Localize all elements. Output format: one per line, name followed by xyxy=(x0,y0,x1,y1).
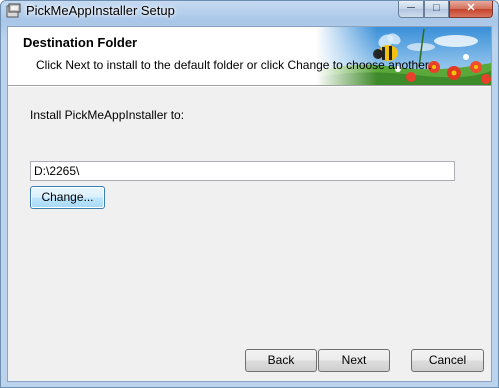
next-button[interactable]: Next xyxy=(318,349,390,372)
header-banner: Destination Folder Click Next to install… xyxy=(8,27,491,85)
cancel-button[interactable]: Cancel xyxy=(411,349,484,372)
banner-title: Destination Folder xyxy=(23,35,138,50)
bee-flowers-banner-art xyxy=(316,27,491,85)
window-title: PickMeAppInstaller Setup xyxy=(26,3,175,18)
change-button[interactable]: Change... xyxy=(30,186,105,209)
dialog-client-area: Destination Folder Click Next to install… xyxy=(7,26,492,382)
banner-description: Click Next to install to the default fol… xyxy=(36,58,432,72)
banner-divider xyxy=(8,85,491,87)
maximize-button[interactable]: □ xyxy=(424,1,449,18)
close-button[interactable]: ✕ xyxy=(449,1,493,18)
minimize-button[interactable]: ─ xyxy=(398,1,424,18)
install-path-field[interactable] xyxy=(30,161,455,181)
setup-window: PickMeAppInstaller Setup ─ □ ✕ Destinati… xyxy=(0,0,499,388)
title-bar[interactable]: PickMeAppInstaller Setup ─ □ ✕ xyxy=(1,1,498,21)
installer-app-icon xyxy=(6,3,21,18)
install-location-label: Install PickMeAppInstaller to: xyxy=(30,108,185,122)
back-button[interactable]: Back xyxy=(245,349,317,372)
